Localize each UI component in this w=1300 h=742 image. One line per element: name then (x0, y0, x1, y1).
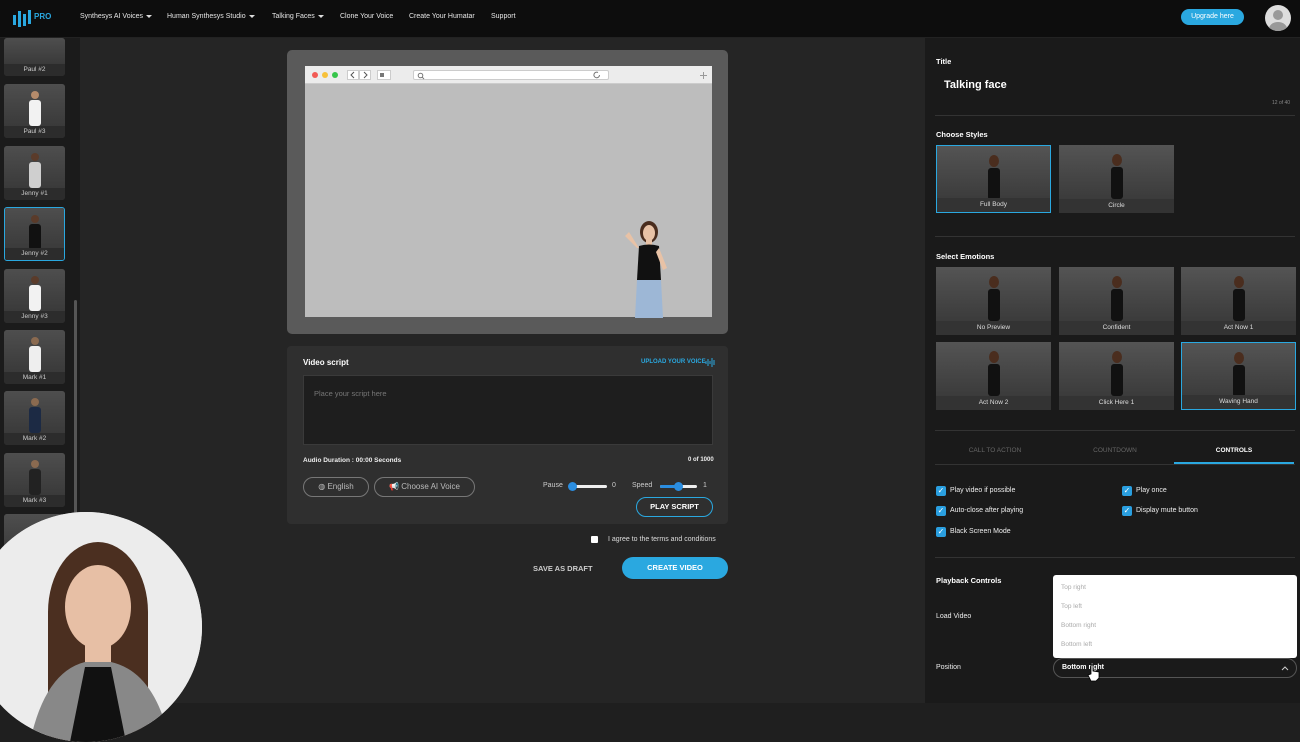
avatar-item-mark-3[interactable]: Mark #3 (4, 453, 65, 507)
avatar-item-paul-2[interactable]: Paul #2 (4, 38, 65, 76)
emotion-waving-hand[interactable]: Waving Hand (1181, 342, 1296, 410)
audio-wave-icon[interactable] (705, 358, 715, 367)
terms-label: I agree to the terms and conditions (608, 536, 716, 543)
upload-voice-link[interactable]: UPLOAD YOUR VOICE (641, 359, 706, 365)
avatar-item-mark-1[interactable]: Mark #1 (4, 330, 65, 384)
avatar-item-mark-2[interactable]: Mark #2 (4, 391, 65, 445)
nav-talking-faces[interactable]: Talking Faces (272, 13, 324, 20)
speed-label: Speed (632, 482, 653, 489)
pause-slider-handle[interactable] (568, 482, 577, 491)
avatar-item-paul-3[interactable]: Paul #3 (4, 84, 65, 138)
emotion-act-now-2[interactable]: Act Now 2 (936, 342, 1051, 410)
script-textarea[interactable]: Place your script here (303, 375, 713, 445)
auto-close-label: Auto-close after playing (950, 507, 1024, 514)
tab-countdown[interactable]: COUNTDOWN (1055, 447, 1175, 454)
emotion-confident[interactable]: Confident (1059, 267, 1174, 335)
tab-call-to-action[interactable]: CALL TO ACTION (935, 447, 1055, 454)
black-screen-label: Black Screen Mode (950, 528, 1011, 535)
reload-icon (593, 71, 600, 79)
back-forward-icon (347, 70, 371, 80)
minimize-dot-icon (322, 72, 328, 78)
option-top-left[interactable]: Top left (1061, 603, 1082, 610)
play-script-button[interactable]: PLAY SCRIPT (636, 497, 713, 517)
divider (935, 115, 1295, 116)
user-avatar-icon[interactable] (1265, 5, 1291, 31)
position-dropdown-menu: Top right Top left Bottom right Bottom l… (1053, 575, 1297, 658)
playback-controls-label: Playback Controls (936, 576, 1002, 585)
load-video-label: Load Video (936, 613, 972, 620)
title-label: Title (936, 57, 952, 66)
create-video-button[interactable]: CREATE VIDEO (622, 557, 728, 579)
hand-cursor-icon (1087, 664, 1100, 682)
search-icon (417, 72, 425, 80)
character-count: 0 of 1000 (688, 457, 714, 463)
divider (935, 557, 1295, 558)
upgrade-button[interactable]: Upgrade here (1181, 9, 1244, 25)
checkbox-play-video[interactable]: ✓ (936, 486, 946, 496)
title-char-count: 12 of 40 (1272, 100, 1291, 106)
divider (935, 236, 1295, 237)
play-video-label: Play video if possible (950, 487, 1016, 494)
speed-slider-handle[interactable] (674, 482, 683, 491)
save-draft-button[interactable]: SAVE AS DRAFT (533, 564, 593, 573)
display-mute-label: Display mute button (1136, 507, 1198, 514)
pause-label: Pause (543, 482, 563, 489)
close-dot-icon (312, 72, 318, 78)
avatar-item-jenny-1[interactable]: Jenny #1 (4, 146, 65, 200)
checkbox-display-mute[interactable]: ✓ (1122, 506, 1132, 516)
choose-styles-label: Choose Styles (936, 130, 988, 139)
style-circle[interactable]: Circle (1059, 145, 1174, 213)
browser-mockup (305, 66, 712, 318)
option-top-right[interactable]: Top right (1061, 584, 1086, 591)
nav-create-your-humatar[interactable]: Create Your Humatar (409, 13, 475, 20)
chevron-down-icon (317, 14, 324, 18)
language-select[interactable]: ◍ English (303, 477, 369, 497)
nav-synthesys-ai-voices[interactable]: Synthesys AI Voices (80, 13, 153, 20)
nav-support[interactable]: Support (491, 13, 516, 20)
avatar-item-jenny-2[interactable]: Jenny #2 (4, 207, 65, 261)
synthesys-logo-icon[interactable] (12, 9, 36, 29)
option-bottom-left[interactable]: Bottom left (1061, 641, 1092, 648)
title-input[interactable]: Talking face (944, 79, 1007, 91)
position-label: Position (936, 664, 961, 671)
terms-checkbox[interactable] (591, 536, 598, 543)
select-emotions-label: Select Emotions (936, 252, 995, 261)
choose-ai-voice-button[interactable]: 📢 Choose AI Voice (374, 477, 475, 497)
audio-duration: Audio Duration : 00:00 Seconds (303, 457, 402, 464)
chevron-down-icon (146, 14, 153, 18)
sidebar-toggle-icon (377, 70, 391, 80)
play-once-label: Play once (1136, 487, 1167, 494)
chevron-down-icon (248, 14, 255, 18)
emotion-no-preview[interactable]: No Preview (936, 267, 1051, 335)
emotion-click-here-1[interactable]: Click Here 1 (1059, 342, 1174, 410)
checkbox-auto-close[interactable]: ✓ (936, 506, 946, 516)
style-full-body[interactable]: Full Body (936, 145, 1051, 213)
address-bar (413, 70, 609, 80)
checkbox-black-screen[interactable]: ✓ (936, 527, 946, 537)
pro-badge: PRO (34, 12, 52, 21)
checkbox-play-once[interactable]: ✓ (1122, 486, 1132, 496)
avatar-item-jenny-3[interactable]: Jenny #3 (4, 269, 65, 323)
option-bottom-right[interactable]: Bottom right (1061, 622, 1096, 629)
tab-controls[interactable]: CONTROLS (1174, 447, 1294, 454)
pause-value: 0 (612, 482, 616, 489)
megaphone-icon: 📢 (389, 482, 402, 491)
emotion-act-now-1[interactable]: Act Now 1 (1181, 267, 1296, 335)
nav-clone-your-voice[interactable]: Clone Your Voice (340, 13, 393, 20)
pause-slider[interactable] (568, 482, 607, 491)
nav-human-synthesys-studio[interactable]: Human Synthesys Studio (167, 13, 255, 20)
speed-slider[interactable] (660, 482, 697, 491)
speed-value: 1 (703, 482, 707, 489)
divider (935, 430, 1295, 431)
divider (935, 464, 1295, 465)
video-script-title: Video script (303, 358, 349, 367)
chevron-up-icon (1281, 666, 1289, 671)
browser-toolbar (305, 66, 712, 84)
talking-face-avatar (625, 221, 667, 318)
maximize-dot-icon (332, 72, 338, 78)
new-tab-icon (700, 72, 707, 79)
top-navigation-bar: PRO Synthesys AI Voices Human Synthesys … (0, 0, 1300, 38)
